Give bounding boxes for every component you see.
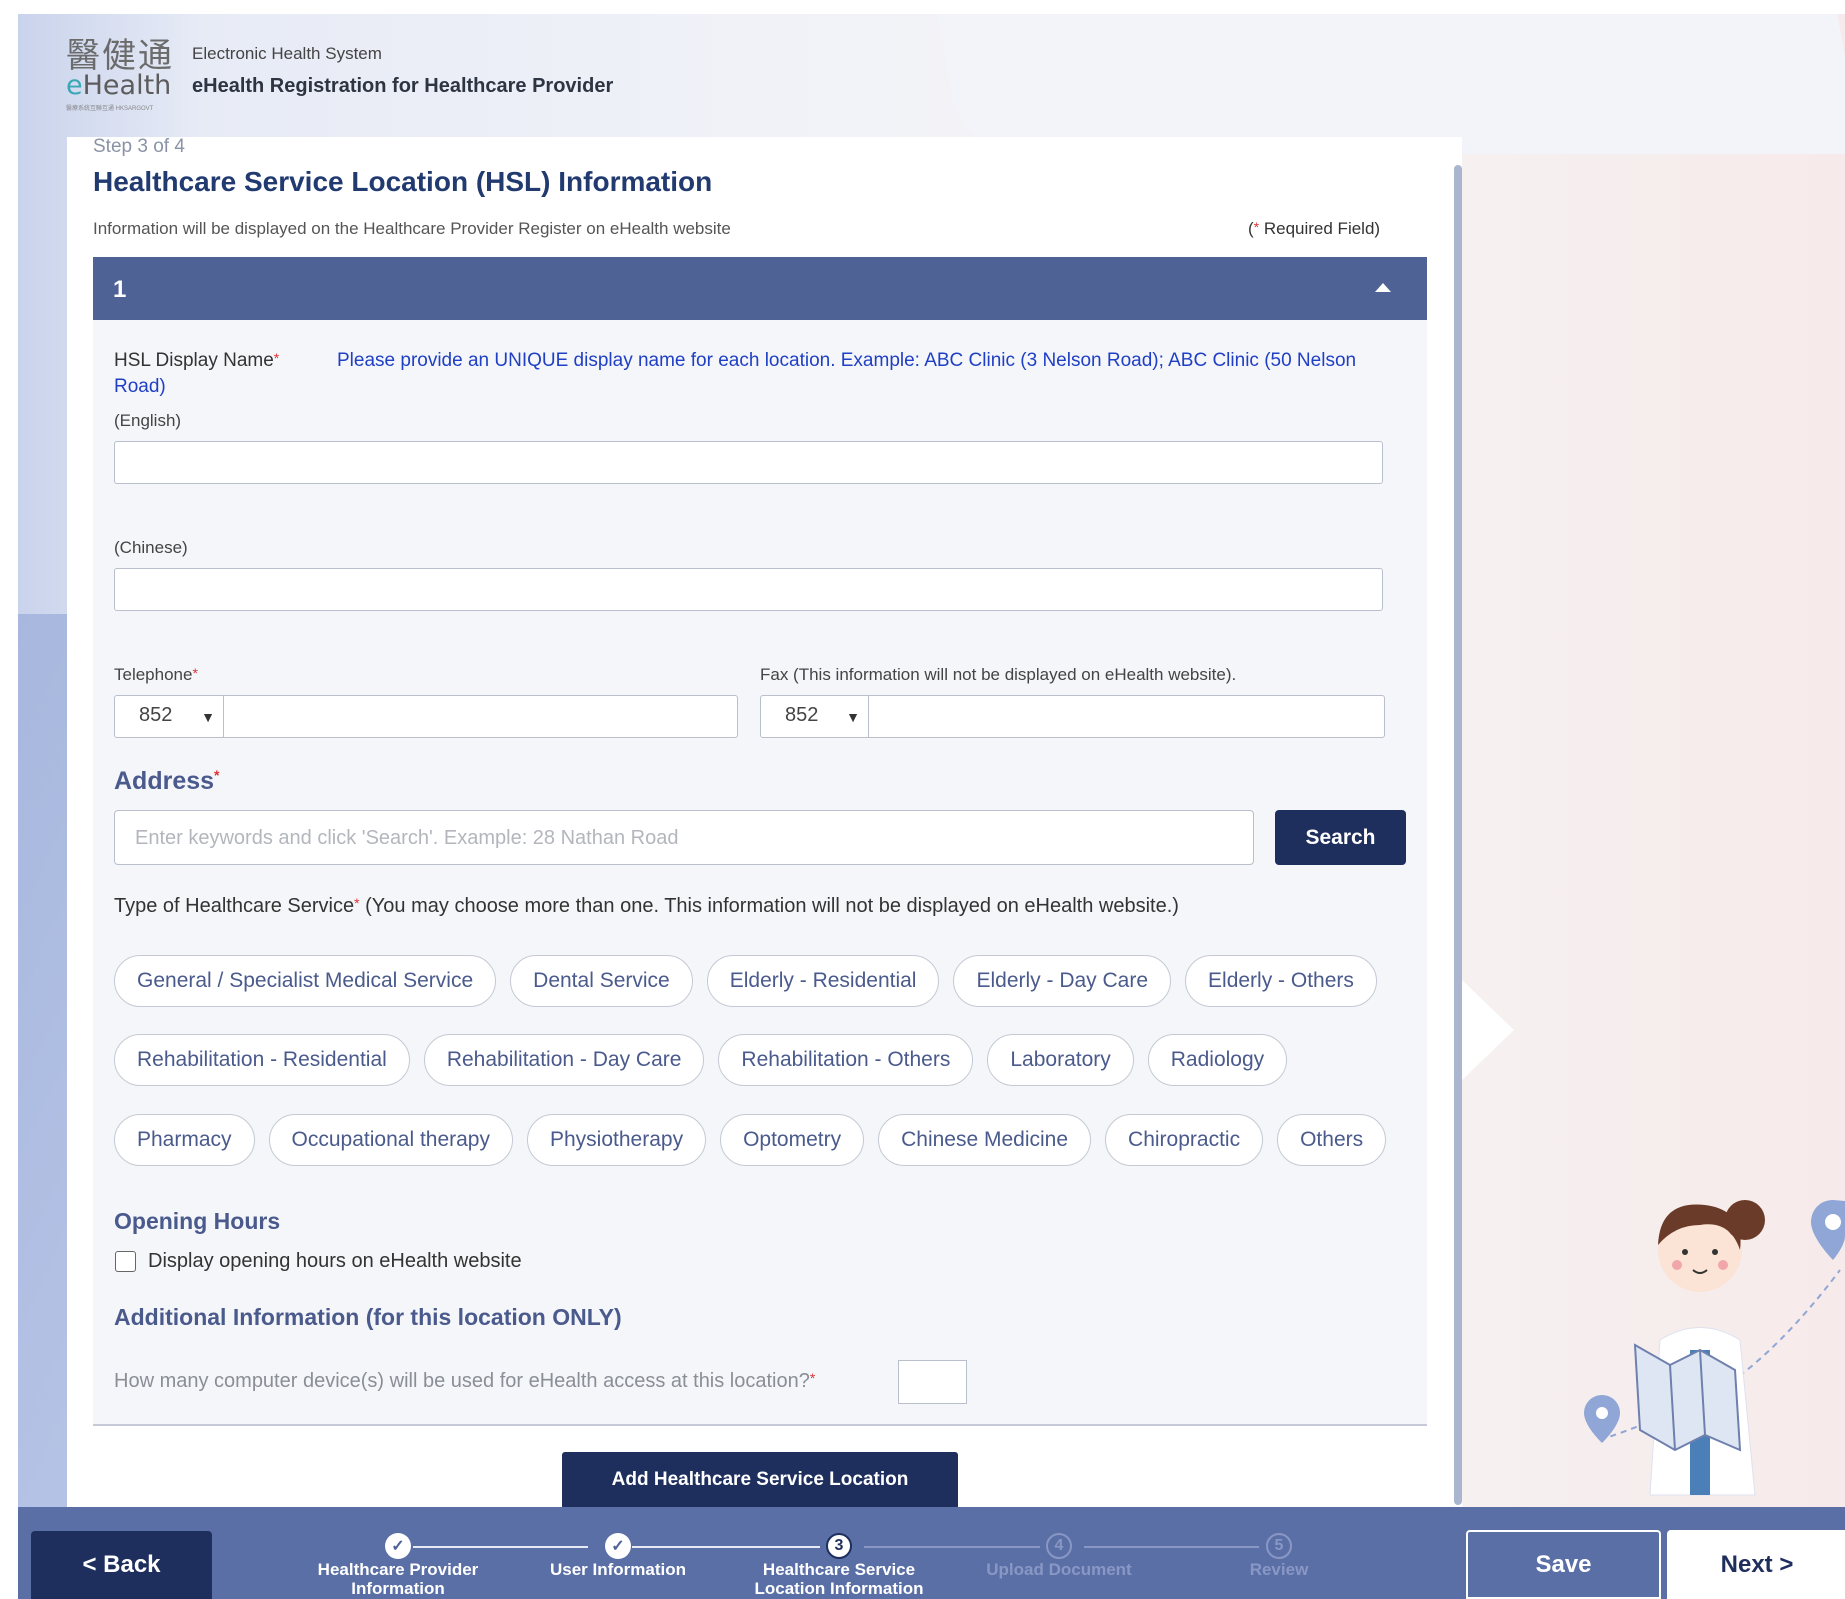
- telephone-input[interactable]: [223, 695, 738, 738]
- service-chip[interactable]: Chinese Medicine: [878, 1114, 1092, 1166]
- doctor-illustration: [1584, 1200, 1845, 1496]
- location-number: 1: [113, 276, 127, 303]
- service-chip[interactable]: Others: [1277, 1114, 1387, 1166]
- step-connector: [864, 1546, 1040, 1548]
- service-chip[interactable]: Elderly - Others: [1185, 955, 1377, 1007]
- step-connector: [1084, 1546, 1259, 1548]
- step-indicator: Step 3 of 4: [93, 136, 185, 157]
- step-label: Healthcare Service Location Information: [754, 1560, 924, 1598]
- logo-ehealth: eHealth: [66, 70, 172, 101]
- display-name-hint: Please provide an UNIQUE display name fo…: [114, 350, 1357, 397]
- step-future-number: 5: [1266, 1533, 1292, 1559]
- devices-question: How many computer device(s) will be used…: [114, 1370, 816, 1392]
- devices-count-input[interactable]: [898, 1360, 967, 1404]
- address-search-button[interactable]: Search: [1275, 810, 1406, 865]
- next-button[interactable]: Next >: [1667, 1530, 1845, 1599]
- step-label: Upload Document: [986, 1560, 1132, 1579]
- opening-hours-checkbox-label[interactable]: Display opening hours on eHealth website: [148, 1250, 522, 1273]
- service-chip[interactable]: Radiology: [1147, 1034, 1288, 1086]
- service-chips-row-1: General / Specialist Medical Service Den…: [114, 955, 1377, 1007]
- card-scrollbar[interactable]: [1454, 165, 1462, 1505]
- display-name-chinese-input[interactable]: [114, 568, 1383, 611]
- service-chip[interactable]: Chiropractic: [1105, 1114, 1264, 1166]
- chinese-label: (Chinese): [114, 538, 188, 557]
- service-chip[interactable]: Occupational therapy: [268, 1114, 513, 1166]
- telephone-code-select[interactable]: 852 ▼: [114, 695, 224, 738]
- service-chip[interactable]: Rehabilitation - Day Care: [423, 1034, 705, 1086]
- step-label: User Information: [549, 1560, 687, 1579]
- address-search-input[interactable]: Enter keywords and click 'Search'. Examp…: [114, 810, 1254, 865]
- registration-title: eHealth Registration for Healthcare Prov…: [192, 75, 614, 97]
- service-chip[interactable]: Optometry: [720, 1114, 865, 1166]
- opening-hours-title: Opening Hours: [114, 1208, 281, 1234]
- back-button[interactable]: < Back: [31, 1531, 212, 1599]
- service-chips-row-2: Rehabilitation - Residential Rehabilitat…: [114, 1034, 1288, 1086]
- display-name-english-input[interactable]: [114, 441, 1383, 484]
- site-header: 醫健通 eHealth 醫療系統互聯互通 HKSARGOVT Electroni…: [66, 28, 613, 112]
- service-chip[interactable]: Elderly - Day Care: [953, 955, 1172, 1007]
- service-chips-row-3: Pharmacy Occupational therapy Physiother…: [114, 1114, 1387, 1166]
- english-label: (English): [114, 411, 182, 430]
- service-type-label: Type of Healthcare Service* (You may cho…: [114, 895, 1179, 917]
- step-current-number: 3: [826, 1533, 852, 1559]
- service-chip[interactable]: Dental Service: [510, 955, 693, 1007]
- dropdown-arrow-icon: ▼: [201, 709, 215, 725]
- service-chip[interactable]: Elderly - Residential: [706, 955, 940, 1007]
- dropdown-arrow-icon: ▼: [846, 709, 860, 725]
- decorative-arrow-icon: [1462, 980, 1514, 1080]
- collapse-caret-icon[interactable]: [1375, 283, 1391, 292]
- required-field-note: (* Required Field): [1248, 219, 1381, 238]
- opening-hours-checkbox[interactable]: [115, 1251, 136, 1272]
- service-chip[interactable]: Physiotherapy: [527, 1114, 707, 1166]
- additional-info-title: Additional Information (for this locatio…: [114, 1304, 622, 1330]
- step-connector: [413, 1546, 588, 1548]
- step-label: Review: [1249, 1560, 1309, 1579]
- save-button[interactable]: Save: [1466, 1530, 1661, 1599]
- logo-tagline: 醫療系統互聯互通 HKSARGOVT: [66, 106, 154, 112]
- telephone-label: Telephone*: [114, 665, 198, 684]
- fax-input[interactable]: [868, 695, 1385, 738]
- page-title: Healthcare Service Location (HSL) Inform…: [93, 166, 713, 197]
- step-future-number: 4: [1046, 1533, 1072, 1559]
- service-chip[interactable]: Rehabilitation - Others: [718, 1034, 974, 1086]
- info-text: Information will be displayed on the Hea…: [93, 219, 731, 238]
- fax-code-select[interactable]: 852 ▼: [760, 695, 869, 738]
- step-connector: [632, 1546, 820, 1548]
- fax-label: Fax (This information will not be displa…: [760, 665, 1237, 684]
- service-chip[interactable]: General / Specialist Medical Service: [114, 955, 497, 1007]
- location-pin-icon: [1811, 1200, 1845, 1260]
- service-chip[interactable]: Rehabilitation - Residential: [114, 1034, 410, 1086]
- service-chip[interactable]: Pharmacy: [114, 1114, 255, 1166]
- system-name: Electronic Health System: [192, 44, 382, 63]
- step-label: Healthcare Provider Information: [317, 1560, 479, 1598]
- step-done-check-icon: ✓: [385, 1533, 411, 1559]
- background-swoosh: [933, 14, 1845, 154]
- service-chip[interactable]: Laboratory: [987, 1034, 1134, 1086]
- add-location-button[interactable]: Add Healthcare Service Location: [562, 1452, 958, 1507]
- step-done-check-icon: ✓: [605, 1533, 631, 1559]
- address-title: Address*: [114, 767, 220, 795]
- location-panel-header[interactable]: 1: [93, 257, 1427, 320]
